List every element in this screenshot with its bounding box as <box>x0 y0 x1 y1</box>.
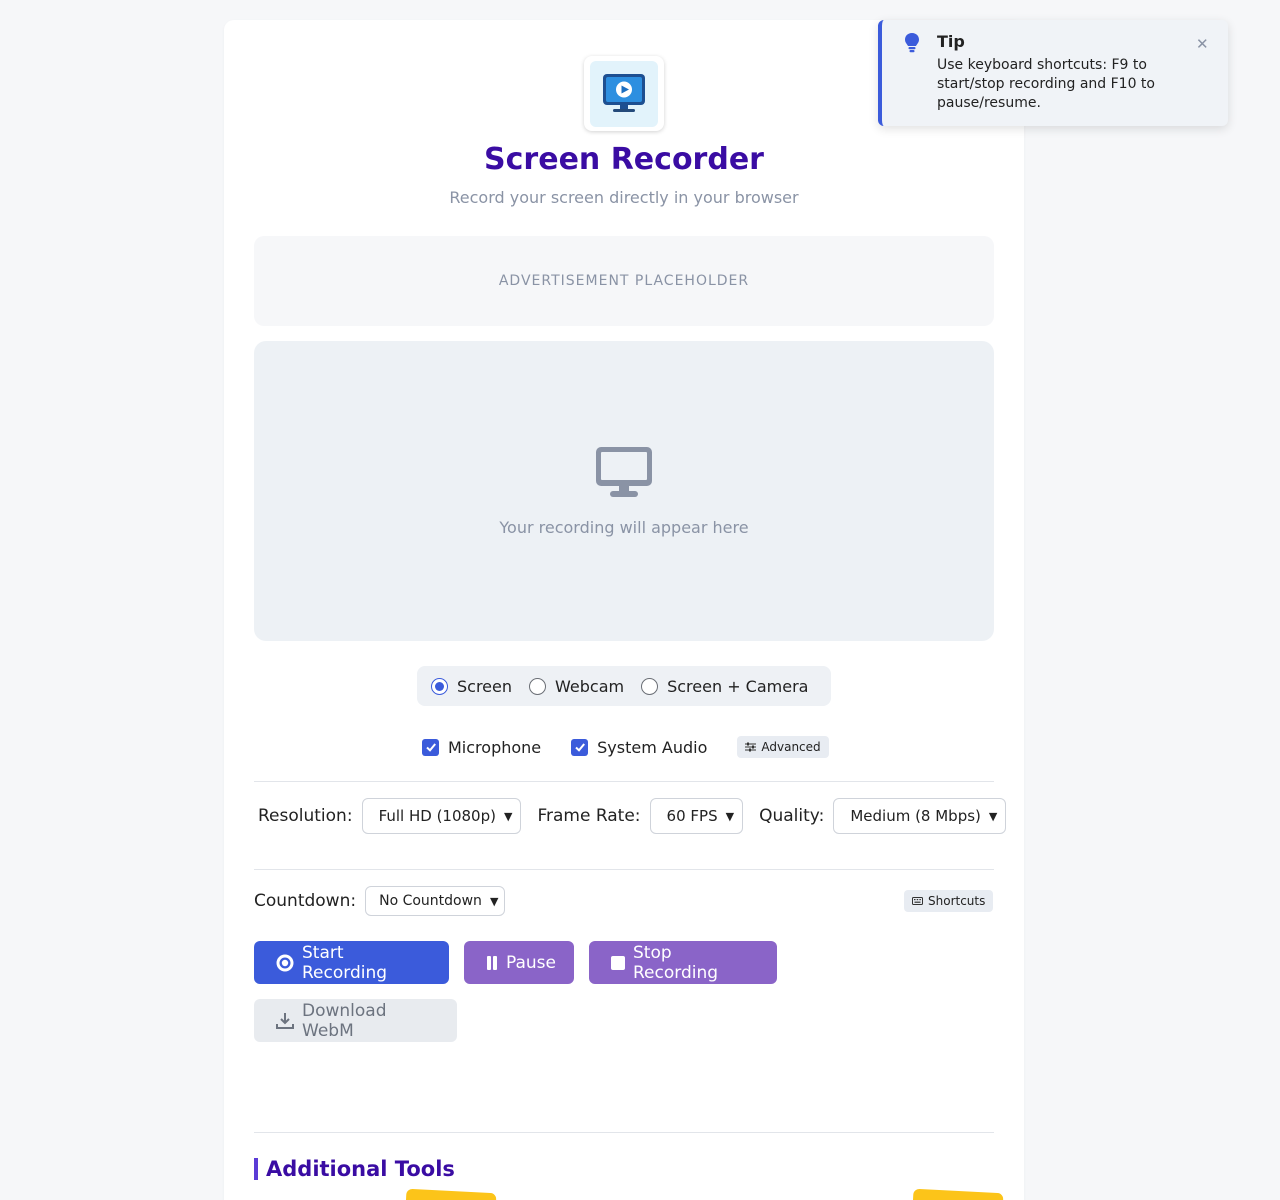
stop-recording-label: Stop Recording <box>633 942 719 983</box>
preview-placeholder-text: Your recording will appear here <box>499 517 749 537</box>
lightbulb-icon <box>904 32 920 58</box>
start-recording-label: Start Recording <box>302 942 388 983</box>
divider <box>254 1132 994 1133</box>
countdown-value: No Countdown <box>379 893 482 909</box>
countdown-select[interactable]: No Countdown ▼ <box>365 886 506 916</box>
start-recording-button[interactable]: Start Recording <box>254 941 449 984</box>
chevron-down-icon: ▼ <box>725 809 735 823</box>
frame-rate-value: 60 FPS <box>666 807 718 825</box>
shortcuts-button[interactable]: Shortcuts <box>904 890 994 912</box>
divider <box>254 869 994 870</box>
download-icon <box>276 1012 294 1030</box>
record-icon <box>276 954 294 972</box>
microphone-checkbox[interactable] <box>422 738 439 756</box>
main-card: Screen Recorder Record your screen direc… <box>224 20 1024 1200</box>
pause-label: Pause <box>506 952 556 973</box>
mode-screen-camera-radio[interactable] <box>641 677 659 695</box>
frame-rate-label: Frame Rate: <box>537 806 641 826</box>
chevron-down-icon: ▼ <box>988 809 998 823</box>
system-audio-option[interactable]: System Audio <box>571 738 707 757</box>
system-audio-checkbox[interactable] <box>571 738 589 756</box>
advanced-button[interactable]: Advanced <box>737 736 829 758</box>
mode-webcam[interactable]: Webcam <box>529 677 624 696</box>
stop-icon <box>611 955 625 970</box>
advanced-label: Advanced <box>761 740 821 754</box>
mode-webcam-label: Webcam <box>555 676 625 696</box>
app-logo <box>584 56 664 131</box>
frame-rate-select[interactable]: 60 FPS ▼ <box>649 798 744 834</box>
pause-icon <box>486 955 498 970</box>
countdown-setting: Countdown: No Countdown ▼ <box>254 886 521 916</box>
microphone-label: Microphone <box>448 737 542 757</box>
audio-options: Microphone System Audio Advanced <box>422 736 829 758</box>
page-title: Screen Recorder <box>484 142 764 177</box>
mode-screen-camera-label: Screen + Camera <box>667 676 809 696</box>
monitor-play-icon <box>590 60 658 127</box>
download-webm-button[interactable]: Download WebM <box>254 999 457 1042</box>
microphone-option[interactable]: Microphone <box>422 738 541 757</box>
chevron-down-icon: ▼ <box>489 894 499 908</box>
resolution-value: Full HD (1080p) <box>378 807 496 825</box>
tool-badge <box>405 1188 497 1200</box>
tool-badge <box>912 1188 1004 1200</box>
recording-mode-group: Screen Webcam Screen + Camera <box>417 666 831 706</box>
mode-screen-label: Screen <box>457 676 513 696</box>
tip-toast: Tip Use keyboard shortcuts: F9 to start/… <box>878 20 1228 126</box>
system-audio-label: System Audio <box>597 737 708 757</box>
resolution-label: Resolution: <box>258 806 353 826</box>
recording-settings: Resolution: Full HD (1080p) ▼ Frame Rate… <box>258 798 1007 834</box>
recording-preview: Your recording will appear here <box>254 341 994 641</box>
mode-webcam-radio[interactable] <box>529 677 547 695</box>
countdown-label: Countdown: <box>254 891 357 911</box>
desktop-icon <box>595 446 653 502</box>
sliders-icon <box>745 742 757 752</box>
quality-select[interactable]: Medium (8 Mbps) ▼ <box>833 798 1007 834</box>
download-webm-label: Download WebM <box>302 1000 387 1041</box>
mode-screen-camera[interactable]: Screen + Camera <box>641 677 808 696</box>
chevron-down-icon: ▼ <box>503 809 513 823</box>
mode-screen-radio[interactable] <box>431 677 448 695</box>
stop-recording-button[interactable]: Stop Recording <box>589 941 777 984</box>
quality-label: Quality: <box>759 806 825 826</box>
close-icon[interactable]: ✕ <box>1196 35 1209 53</box>
mode-screen[interactable]: Screen <box>431 677 512 696</box>
advertisement-placeholder: ADVERTISEMENT PLACEHOLDER <box>254 236 994 326</box>
additional-tools-heading: Additional Tools <box>254 1158 455 1180</box>
resolution-select[interactable]: Full HD (1080p) ▼ <box>361 798 522 834</box>
divider <box>254 781 994 782</box>
pause-button[interactable]: Pause <box>464 941 574 984</box>
keyboard-icon <box>912 897 923 905</box>
tip-message: Use keyboard shortcuts: F9 to start/stop… <box>937 57 1155 111</box>
quality-value: Medium (8 Mbps) <box>850 807 981 825</box>
tip-title: Tip <box>937 32 965 51</box>
page-subtitle: Record your screen directly in your brow… <box>449 188 799 207</box>
shortcuts-label: Shortcuts <box>928 894 986 908</box>
